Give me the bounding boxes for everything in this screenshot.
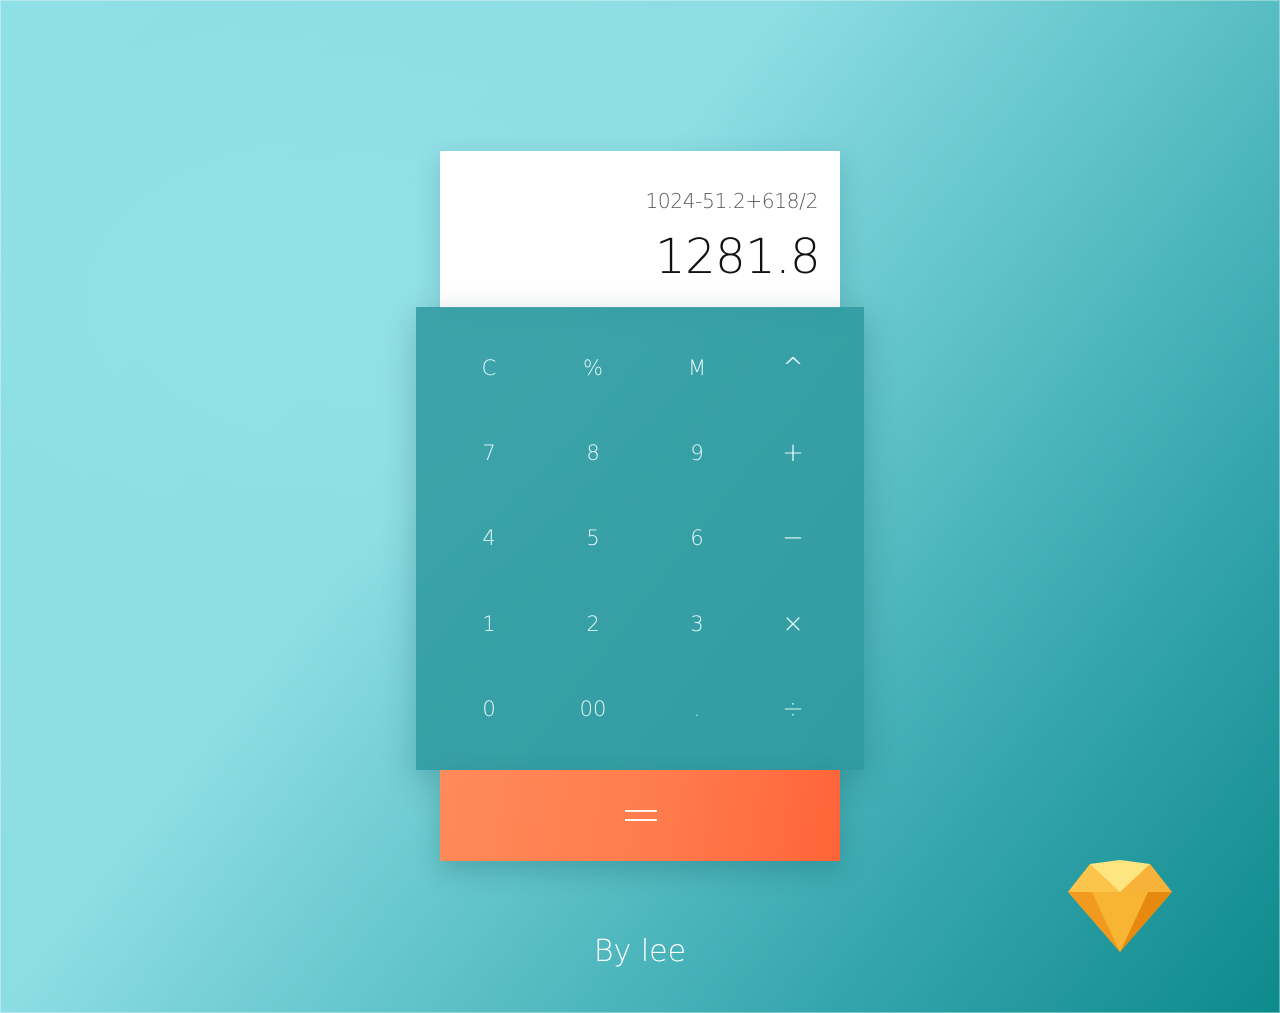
digit-0-key[interactable]: 0	[444, 679, 534, 739]
digit-6-key[interactable]: 6	[652, 508, 742, 568]
digit-1-key[interactable]: 1	[444, 594, 534, 654]
result-text: 1281.8	[655, 229, 820, 285]
multiply-key[interactable]: ×	[748, 594, 838, 654]
calculator-keypad: C% M ^ 7 8 9 +4 5 6− 1 2 3 × 0 00. ÷	[416, 307, 864, 770]
plus-key[interactable]: +	[748, 423, 838, 483]
digit-3-key[interactable]: 3	[652, 594, 742, 654]
memory-key[interactable]: M	[652, 338, 742, 398]
digit-2-key[interactable]: 2	[548, 594, 638, 654]
minus-key[interactable]: −	[748, 508, 838, 568]
digit-9-key[interactable]: 9	[652, 423, 742, 483]
equals-button[interactable]	[440, 770, 840, 861]
expression-text: 1024-51.2+618/2	[645, 189, 818, 213]
digit-8-key[interactable]: 8	[548, 423, 638, 483]
digit-7-key[interactable]: 7	[444, 423, 534, 483]
divide-key[interactable]: ÷	[748, 679, 838, 739]
digit-4-key[interactable]: 4	[444, 508, 534, 568]
power-key[interactable]: ^	[748, 338, 838, 398]
percent-key[interactable]: %	[548, 338, 638, 398]
decimal-key[interactable]: .	[652, 679, 742, 739]
clear-key[interactable]: C	[444, 338, 534, 398]
sketch-diamond-icon	[1068, 860, 1172, 952]
calculator-display: 1024-51.2+618/2 1281.8	[440, 151, 840, 308]
double-zero-key[interactable]: 00	[548, 679, 638, 739]
digit-5-key[interactable]: 5	[548, 508, 638, 568]
